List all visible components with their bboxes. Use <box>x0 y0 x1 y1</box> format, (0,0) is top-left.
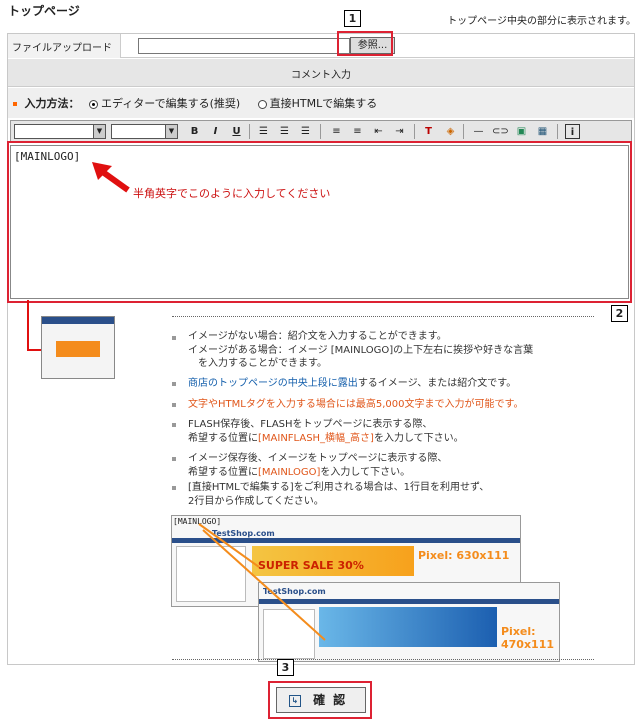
font-family-select[interactable]: ▼ <box>14 124 106 139</box>
chevron-down-icon: ▼ <box>93 125 105 138</box>
info-4b-end: を入力して下さい。 <box>373 433 464 444</box>
bullet-icon <box>172 403 176 407</box>
editor-hint: 半角英字でこのように入力してください <box>133 187 331 200</box>
info-5b: 希望する位置に[MAINLOGO]を入力して下さい。 <box>188 466 410 479</box>
confirm-icon: ↳ <box>288 694 301 707</box>
marker-1: 1 <box>344 10 361 27</box>
info-4a: FLASH保存後、FLASHをトップページに表示する際、 <box>188 419 433 430</box>
info-4b-code: [MAINFLASH_横幅_高さ] <box>258 433 374 444</box>
dotted-divider <box>172 316 594 317</box>
marker-1-highlight <box>337 31 393 56</box>
text-color-icon[interactable]: T <box>421 124 436 139</box>
confirm-label: 確認 <box>313 693 354 707</box>
align-center-icon[interactable]: ☰ <box>277 124 292 139</box>
chevron-down-icon: ▼ <box>165 125 177 138</box>
info-1b: イメージがある場合：イメージ [MAINLOGO]の上下左右に挨拶や好きな言葉 <box>188 345 534 356</box>
underline-button[interactable]: U <box>229 124 244 139</box>
bullet-icon <box>172 457 176 461</box>
info-4b: 希望する位置に[MAINFLASH_横幅_高さ]を入力して下さい。 <box>188 432 464 445</box>
horizontal-rule-icon[interactable]: — <box>471 124 486 139</box>
pixel-label-a: Pixel: 630x111 <box>418 549 510 562</box>
image-icon[interactable]: ▣ <box>514 124 529 139</box>
italic-button[interactable]: I <box>208 124 223 139</box>
info-5b-text: 希望する位置に <box>188 467 258 478</box>
bullet-icon <box>172 382 176 386</box>
page-title: トップページ <box>8 4 80 18</box>
toolbar-divider <box>557 124 558 139</box>
info-2: 商店のトップページの中央上段に露出するイメージ、または紹介文です。 <box>188 377 516 390</box>
radio-html[interactable] <box>257 99 267 109</box>
align-left-icon[interactable]: ☰ <box>256 124 271 139</box>
indent-icon[interactable]: ⇥ <box>392 124 407 139</box>
input-mode-row: 入力方法： エディターで編集する(推奨) 直接HTMLで編集する <box>8 88 634 118</box>
callout-arrows <box>198 523 326 641</box>
ordered-list-icon[interactable]: ≡ <box>329 124 344 139</box>
info-5a: イメージ保存後、イメージをトップページに表示する際、 <box>188 453 448 464</box>
editor-toolbar: ▼ ▼ B I U ☰ ☰ ☰ ≡ ≡ ⇤ ⇥ T ◈ — ⊂⊃ ▣ ▦ i <box>10 120 632 142</box>
upload-label: ファイルアップロード <box>8 34 121 58</box>
toolbar-divider <box>414 124 415 139</box>
bullet-icon <box>172 423 176 427</box>
marker-2: 2 <box>611 305 628 322</box>
info-icon[interactable]: i <box>565 124 580 139</box>
table-icon[interactable]: ▦ <box>535 124 550 139</box>
layout-thumbnail <box>41 316 115 379</box>
radio-editor[interactable] <box>89 99 98 109</box>
info-5b-code: [MAINLOGO] <box>258 467 321 478</box>
bullet-icon <box>13 102 17 106</box>
align-right-icon[interactable]: ☰ <box>298 124 313 139</box>
toolbar-divider <box>249 124 250 139</box>
dotted-divider <box>172 659 594 660</box>
unordered-list-icon[interactable]: ≡ <box>350 124 365 139</box>
bullet-icon <box>172 486 176 490</box>
info-5b-end: を入力して下さい。 <box>320 467 411 478</box>
toolbar-divider <box>463 124 464 139</box>
font-size-select[interactable]: ▼ <box>111 124 178 139</box>
info-6a: [直接HTMLで編集する]をご利用される場合は、1行目を利用せず、 <box>188 482 490 493</box>
info-1c: を入力することができます。 <box>198 358 327 369</box>
example-game-banner <box>319 607 497 647</box>
input-mode-label: 入力方法： <box>24 97 80 110</box>
toolbar-divider <box>320 124 321 139</box>
info-6b: 2行目から作成してください。 <box>188 496 324 507</box>
outdent-icon[interactable]: ⇤ <box>371 124 386 139</box>
confirm-button[interactable]: ↳ 確認 <box>276 687 366 713</box>
file-path-input[interactable] <box>138 38 350 54</box>
editor-content[interactable]: [MAINLOGO] <box>14 150 80 163</box>
upload-row: ファイルアップロード 参照... <box>8 34 634 58</box>
pixel-label-b: Pixel: 470x111 <box>501 625 555 651</box>
link-icon[interactable]: ⊂⊃ <box>492 124 509 139</box>
info-2-highlight: 商店のトップページの中央上段に露出 <box>188 378 358 389</box>
info-2-rest: するイメージ、または紹介文です。 <box>357 378 517 389</box>
radio-html-label[interactable]: 直接HTMLで編集する <box>270 97 378 110</box>
comment-header: コメント入力 <box>8 59 634 87</box>
hint-arrow-icon <box>92 162 130 193</box>
info-1a: イメージがない場合：紹介文を入力することができます。 <box>188 331 447 342</box>
info-4b-text: 希望する位置に <box>188 433 258 444</box>
marker-3: 3 <box>277 659 294 676</box>
info-3: 文字やHTMLタグを入力する場合には最高5,000文字まで入力が可能です。 <box>188 399 524 410</box>
background-color-icon[interactable]: ◈ <box>443 124 458 139</box>
bold-button[interactable]: B <box>187 124 202 139</box>
bullet-icon <box>172 336 176 340</box>
page-note: トップページ中央の部分に表示されます。 <box>447 16 636 27</box>
radio-editor-label[interactable]: エディターで編集する(推奨) <box>101 97 240 110</box>
